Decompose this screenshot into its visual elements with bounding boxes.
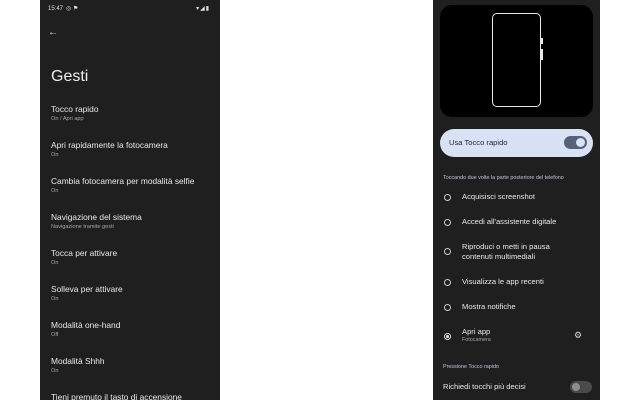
tocco-rapido-screen: Usa Tocco rapido Toccando due volte la p… — [433, 0, 600, 400]
system-status-icons: ▾◢▮ — [196, 6, 210, 12]
option-label: Accedi all'assistente digitale — [462, 217, 557, 226]
setting-title: Tocca per attivare — [51, 248, 118, 258]
setting-title: Cambia fotocamera per modalità selfie — [51, 176, 195, 186]
back-button[interactable]: ← — [46, 26, 60, 40]
switch-knob — [572, 383, 580, 391]
setting-shhh[interactable]: Modalità Shhh On — [51, 356, 216, 375]
setting-subtitle: Navigazione tramite gesti — [51, 224, 114, 230]
arrow-left-icon: ← — [48, 27, 58, 38]
setting-title: Navigazione del sistema — [51, 212, 142, 222]
radio-button[interactable] — [444, 219, 451, 226]
setting-tasto-accensione[interactable]: Tieni premuto il tasto di accensione — [51, 392, 216, 400]
setting-tocca-attivare[interactable]: Tocca per attivare On — [51, 248, 216, 267]
setting-navigazione[interactable]: Navigazione del sistema Navigazione tram… — [51, 212, 216, 231]
radio-button-selected[interactable] — [444, 333, 451, 340]
setting-subtitle: On — [51, 260, 59, 266]
press-section-header: Pressione Tocco rapido — [443, 364, 499, 370]
option-sublabel: Fotocamera — [462, 337, 491, 343]
radio-button[interactable] — [444, 248, 451, 255]
setting-title: Tieni premuto il tasto di accensione — [51, 392, 182, 400]
radio-button[interactable] — [444, 279, 451, 286]
section-header: Toccando due volte la parte posteriore d… — [443, 175, 564, 181]
phone-volume-button — [541, 49, 543, 60]
setting-title: Tocco rapido — [51, 104, 99, 114]
setting-tocco-rapido[interactable]: Tocco rapido On / Apri app — [51, 104, 216, 123]
phone-side-button — [541, 38, 543, 44]
setting-apri-fotocamera[interactable]: Apri rapidamente la fotocamera On — [51, 140, 216, 159]
setting-title: Apri rapidamente la fotocamera — [51, 140, 168, 150]
setting-title: Solleva per attivare — [51, 284, 123, 294]
radio-button[interactable] — [444, 194, 451, 201]
option-label: Mostra notifiche — [462, 302, 516, 311]
setting-title: Modalità one-hand — [51, 320, 121, 330]
setting-cambia-fotocamera[interactable]: Cambia fotocamera per modalità selfie On — [51, 176, 216, 195]
option-label: Apri app — [462, 327, 491, 336]
switch-knob — [576, 138, 585, 147]
gestures-settings-screen: 15:47 ◎ ⚑ ▾◢▮ ← Gesti Tocco rapido On / … — [40, 0, 220, 400]
screenshot-stage: 15:47 ◎ ⚑ ▾◢▮ ← Gesti Tocco rapido On / … — [0, 0, 640, 400]
setting-solleva-attivare[interactable]: Solleva per attivare On — [51, 284, 216, 303]
setting-one-hand[interactable]: Modalità one-hand Off — [51, 320, 216, 339]
tocchi-decisi-label: Richiedi tocchi più decisi — [443, 382, 526, 391]
option-label: Acquisisci screenshot — [462, 192, 536, 201]
setting-subtitle: On — [51, 188, 59, 194]
tocco-rapido-switch[interactable] — [564, 136, 587, 149]
option-label: Riproduci o metti in pausa contenuti mul… — [462, 242, 550, 261]
option-label: Visualizza le app recenti — [462, 277, 544, 286]
tocchi-decisi-switch[interactable] — [570, 381, 592, 393]
setting-title: Modalità Shhh — [51, 356, 105, 366]
status-time: 15:47 — [48, 6, 64, 12]
page-title: Gesti — [51, 68, 89, 85]
toggle-label: Usa Tocco rapido — [449, 138, 508, 147]
setting-subtitle: Off — [51, 332, 59, 338]
usa-tocco-rapido-toggle-card[interactable]: Usa Tocco rapido — [440, 129, 593, 157]
option-label-wrap: Apri app Fotocamera — [462, 327, 491, 344]
setting-subtitle: On — [51, 368, 59, 374]
notification-icons: ◎ ⚑ — [66, 6, 79, 12]
status-bar: 15:47 ◎ ⚑ ▾◢▮ — [40, 5, 220, 17]
setting-subtitle: On — [51, 296, 59, 302]
setting-subtitle: On — [51, 152, 59, 158]
gesture-preview-animation — [440, 5, 593, 117]
phone-illustration — [492, 13, 541, 107]
radio-button[interactable] — [444, 304, 451, 311]
gear-icon[interactable]: ⚙ — [574, 330, 582, 341]
setting-subtitle: On / Apri app — [51, 116, 84, 122]
